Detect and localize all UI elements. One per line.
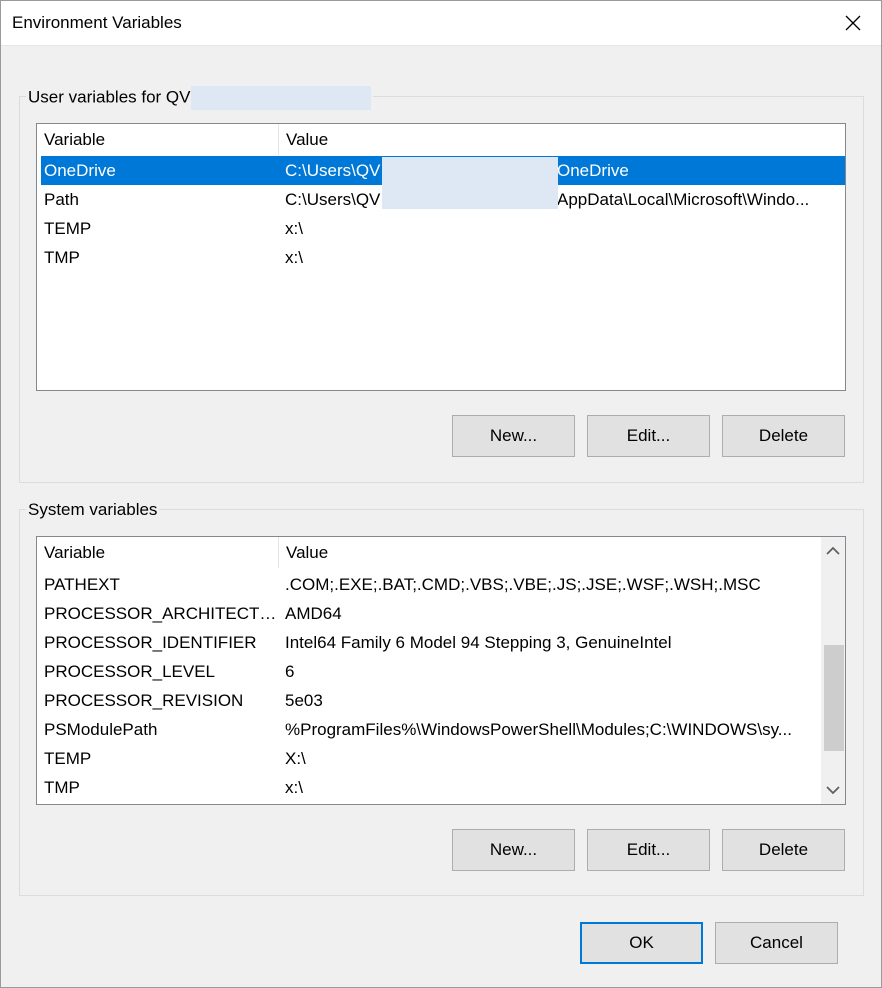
user-edit-button[interactable]: Edit... (587, 415, 710, 457)
variable-name: PROCESSOR_IDENTIFIER (44, 633, 257, 652)
column-header-value[interactable]: Value (279, 124, 839, 155)
scroll-thumb[interactable] (824, 645, 844, 751)
user-delete-button[interactable]: Delete (722, 415, 845, 457)
table-row[interactable]: PROCESSOR_ARCHITECTURE AMD64 (41, 599, 821, 628)
table-row[interactable]: TMP x:\ (41, 773, 821, 802)
table-row[interactable]: PATHEXT .COM;.EXE;.BAT;.CMD;.VBS;.VBE;.J… (41, 570, 821, 599)
cancel-button[interactable]: Cancel (715, 922, 838, 964)
variable-name: PROCESSOR_LEVEL (44, 662, 216, 681)
column-header-value[interactable]: Value (279, 537, 809, 568)
variable-name: PROCESSOR_ARCHITECTURE (44, 604, 280, 623)
table-row[interactable]: TEMP x:\ (41, 214, 845, 243)
redacted-path (382, 157, 558, 209)
chevron-down-icon (826, 786, 840, 795)
ok-button[interactable]: OK (580, 922, 703, 964)
user-new-button[interactable]: New... (452, 415, 575, 457)
column-header-variable[interactable]: Variable (37, 124, 278, 155)
table-row[interactable]: PROCESSOR_LEVEL 6 (41, 657, 821, 686)
table-row[interactable]: TMP x:\ (41, 243, 845, 272)
system-variables-label: System variables (26, 500, 160, 520)
system-list-scrollbar[interactable] (821, 537, 845, 804)
variable-name: TEMP (44, 219, 92, 238)
variable-value: x:\ (285, 219, 303, 238)
variable-name: TEMP (44, 749, 92, 768)
redacted-username (190, 86, 371, 110)
variable-value: x:\ (285, 248, 303, 267)
table-row[interactable]: PSModulePath %ProgramFiles%\WindowsPower… (41, 715, 821, 744)
variable-value: AMD64 (285, 604, 342, 623)
window-title: Environment Variables (12, 13, 182, 32)
table-row[interactable]: TEMP X:\ (41, 744, 821, 773)
variable-name: PATHEXT (44, 575, 120, 594)
table-row[interactable]: PROCESSOR_IDENTIFIER Intel64 Family 6 Mo… (41, 628, 821, 657)
variable-value: .COM;.EXE;.BAT;.CMD;.VBS;.VBE;.JS;.JSE;.… (285, 575, 761, 594)
scroll-down-arrow[interactable] (821, 776, 845, 804)
user-list-header: Variable Value (37, 124, 845, 155)
variable-name: TMP (44, 778, 80, 797)
variable-value: C:\Users\QV (285, 161, 381, 180)
system-edit-button[interactable]: Edit... (587, 829, 710, 871)
variable-name: PROCESSOR_REVISION (44, 691, 244, 710)
variable-name: OneDrive (44, 161, 116, 180)
variable-value: 5e03 (285, 691, 323, 710)
user-variables-list[interactable]: Variable Value OneDrive C:\Users\QV OneD… (36, 123, 846, 391)
variable-value: Intel64 Family 6 Model 94 Stepping 3, Ge… (285, 633, 672, 652)
chevron-up-icon (826, 546, 840, 555)
variable-value: X:\ (285, 749, 306, 768)
system-variables-list[interactable]: Variable Value PATHEXT .COM;.EXE;.BAT;.C… (36, 536, 846, 805)
variable-value: 6 (285, 662, 295, 681)
variable-value: %ProgramFiles%\WindowsPowerShell\Modules… (285, 720, 792, 739)
variable-name: TMP (44, 248, 80, 267)
system-delete-button[interactable]: Delete (722, 829, 845, 871)
variable-value: AppData\Local\Microsoft\Windo... (557, 190, 810, 209)
title-bar: Environment Variables (0, 0, 882, 46)
variable-name: PSModulePath (44, 720, 158, 739)
column-header-variable[interactable]: Variable (37, 537, 278, 568)
scroll-up-arrow[interactable] (821, 537, 845, 565)
close-button[interactable] (824, 0, 882, 46)
system-list-header: Variable Value (37, 537, 821, 568)
variable-value: OneDrive (557, 161, 629, 180)
variable-name: Path (44, 190, 79, 209)
table-row[interactable]: PROCESSOR_REVISION 5e03 (41, 686, 821, 715)
close-icon (845, 15, 861, 31)
variable-value: x:\ (285, 778, 303, 797)
system-new-button[interactable]: New... (452, 829, 575, 871)
user-variables-label: User variables for QV (26, 86, 373, 110)
variable-value: C:\Users\QV (285, 190, 381, 209)
